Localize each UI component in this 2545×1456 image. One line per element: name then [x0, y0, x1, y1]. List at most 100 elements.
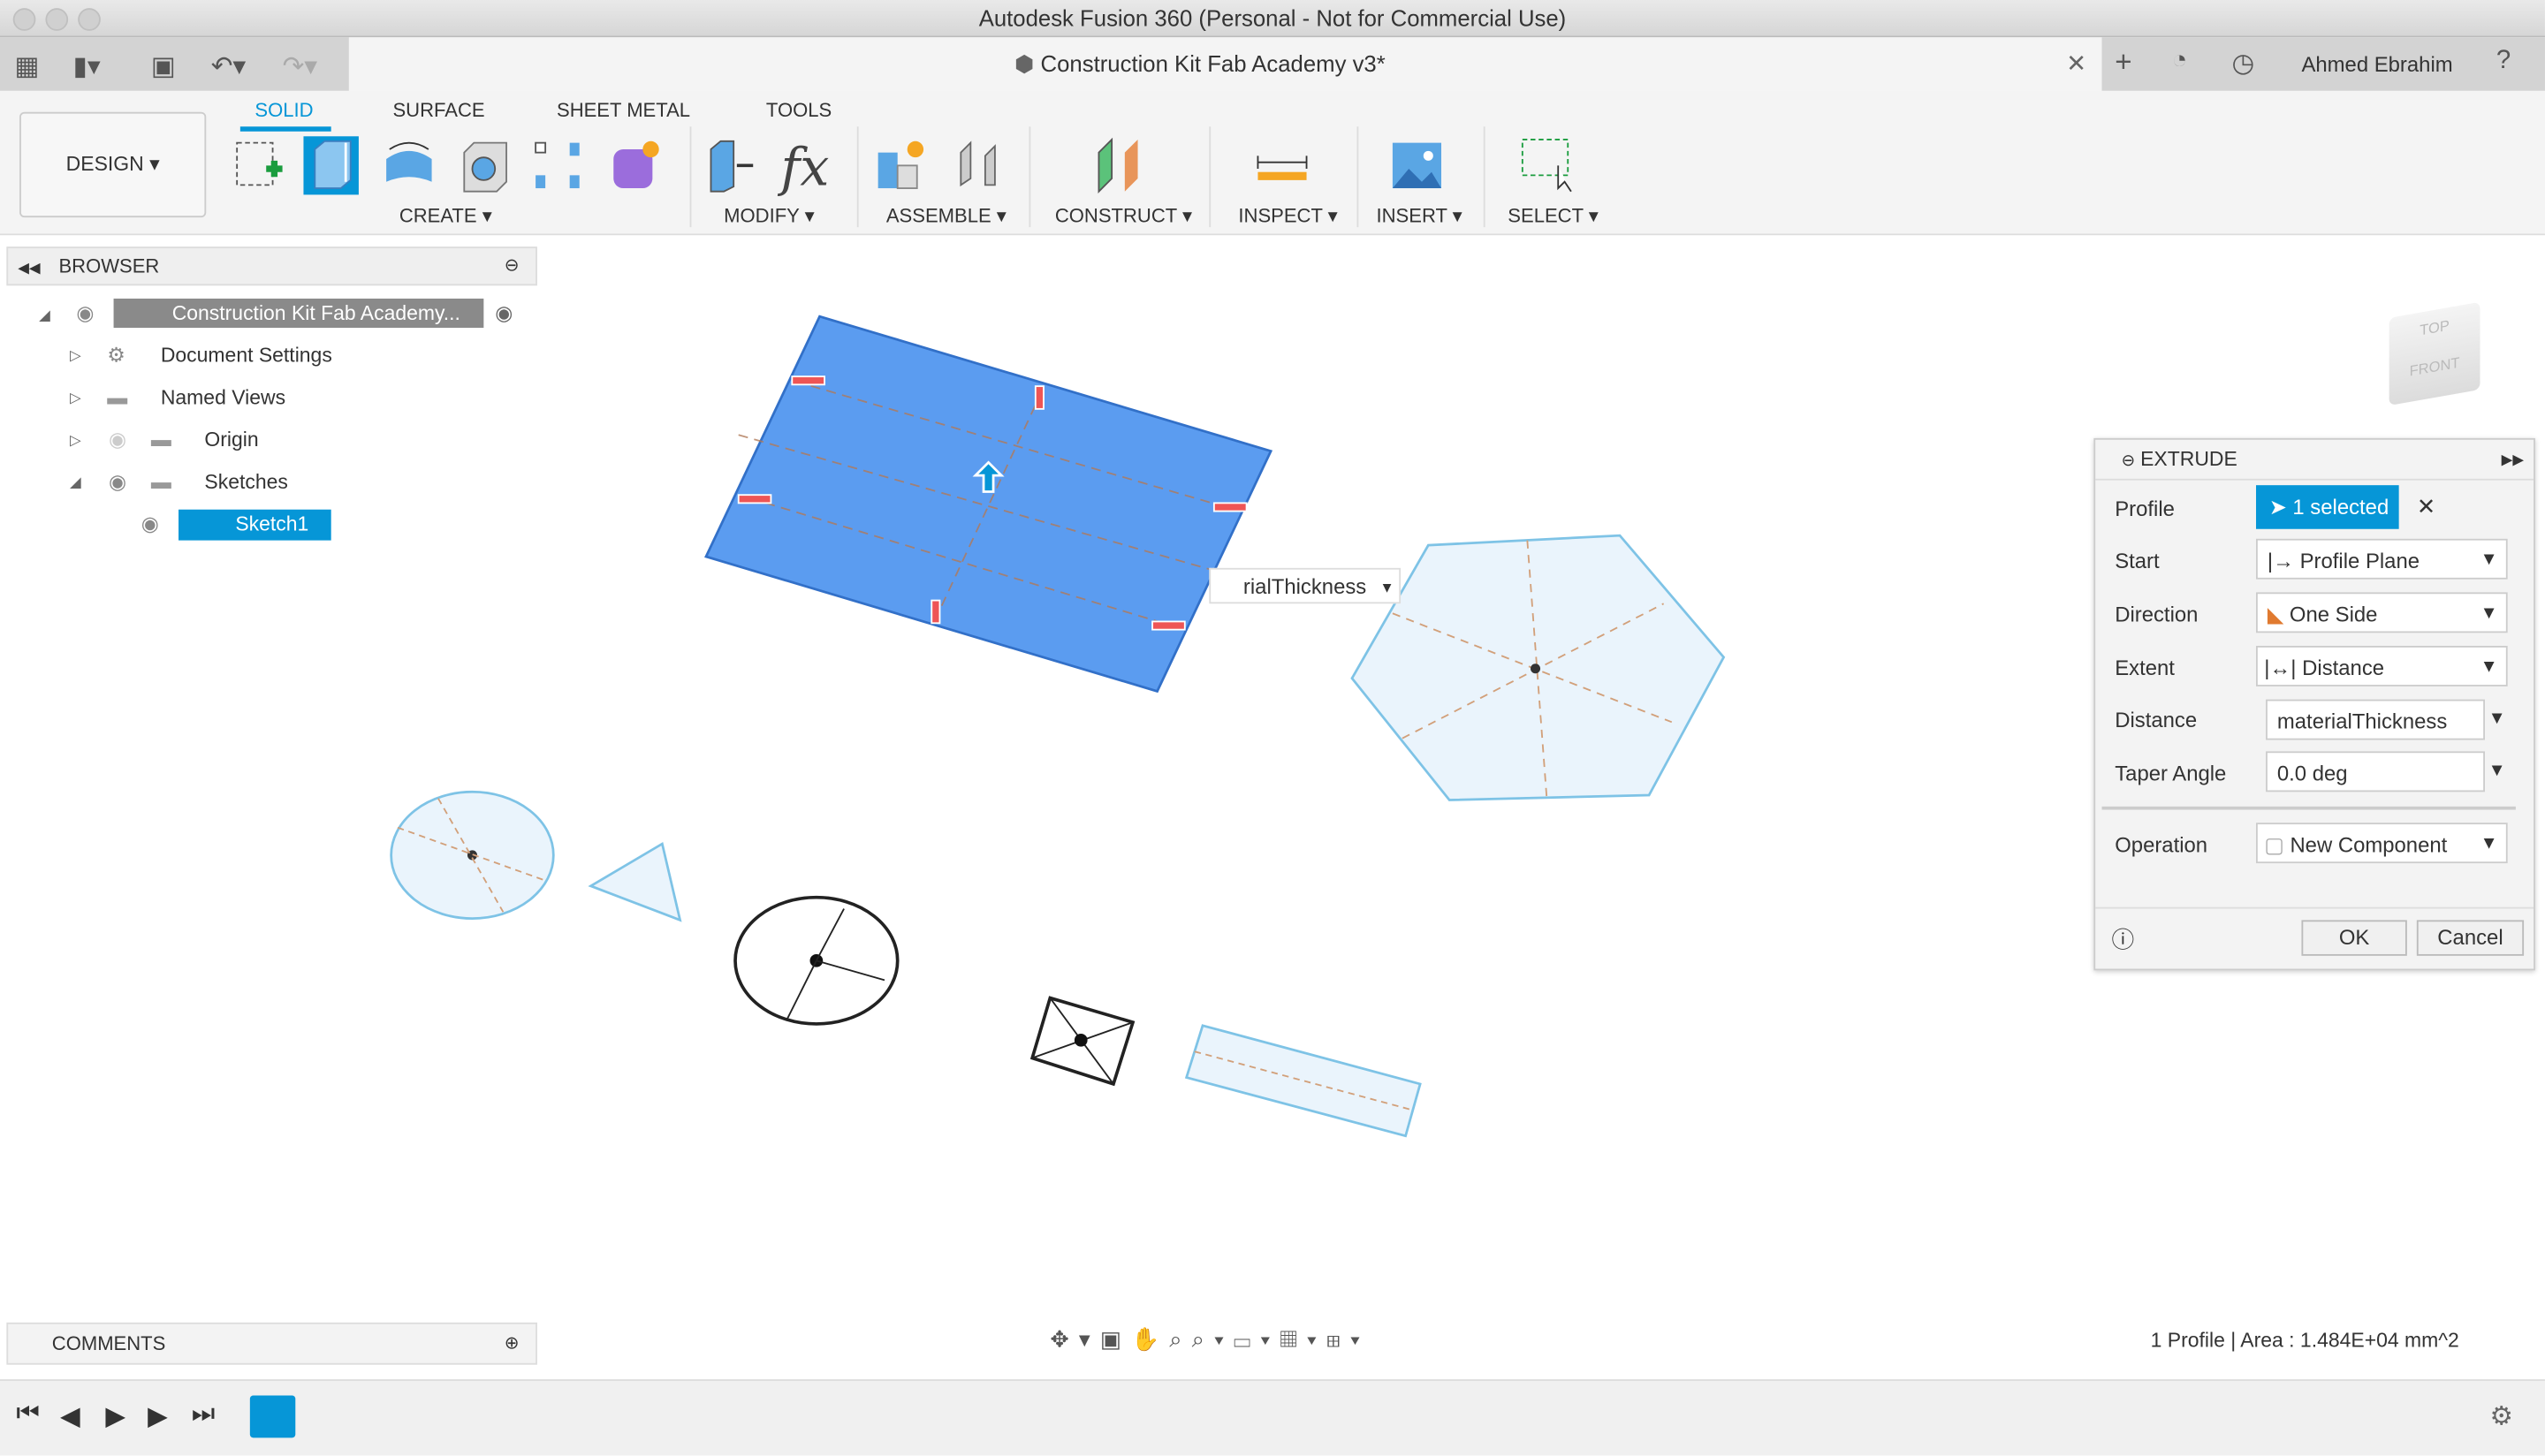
expand-dialog-icon[interactable]: ▶▶: [2502, 440, 2524, 479]
profile-selection-button[interactable]: ➤ 1 selected: [2256, 485, 2399, 529]
construct-menu[interactable]: CONSTRUCT ▾: [1055, 204, 1192, 227]
divider: [2101, 806, 2516, 810]
tab-sheet-metal[interactable]: SHEET METAL: [557, 99, 690, 122]
hidden-eye-icon[interactable]: ◉: [109, 423, 126, 456]
create-sketch-icon[interactable]: [231, 136, 285, 194]
save-icon[interactable]: ▣: [151, 50, 176, 83]
new-tab-icon[interactable]: +: [2115, 45, 2131, 80]
new-component-icon: ▢: [2264, 832, 2284, 857]
create-form-icon[interactable]: [607, 136, 662, 194]
press-pull-icon[interactable]: [704, 136, 759, 194]
minimize-window-button[interactable]: [45, 8, 69, 31]
help-icon[interactable]: ?: [2496, 47, 2511, 76]
operation-label: Operation: [2115, 832, 2208, 857]
job-status-icon[interactable]: ◔: [2172, 47, 2188, 76]
assemble-menu[interactable]: ASSEMBLE ▾: [886, 204, 1007, 227]
timeline: ⏮ ◀ ▶ ▶ ⏭ ⚙: [0, 1379, 2545, 1456]
direction-dropdown[interactable]: ◣ One Side ▼: [2256, 592, 2508, 633]
visibility-eye-icon[interactable]: ◉: [141, 508, 159, 541]
go-to-start-icon[interactable]: ⏮: [16, 1400, 39, 1429]
file-menu-icon[interactable]: ▮▾: [73, 50, 101, 83]
title-bar: Autodesk Fusion 360 (Personal - Not for …: [0, 0, 2545, 38]
look-at-icon[interactable]: ▣: [1100, 1326, 1131, 1352]
timeline-sketch-feature[interactable]: [249, 1395, 296, 1438]
distance-input[interactable]: materialThickness: [2266, 699, 2485, 740]
user-account[interactable]: Ahmed Ebrahim: [2301, 52, 2452, 77]
clear-selection-icon[interactable]: ✕: [2417, 493, 2436, 520]
insert-menu[interactable]: INSERT ▾: [1377, 204, 1462, 227]
workspace-switcher[interactable]: DESIGN ▾: [19, 111, 207, 218]
taper-dropdown-icon[interactable]: ▼: [2488, 761, 2506, 780]
info-icon[interactable]: ⓘ: [2112, 923, 2135, 956]
maximize-window-button[interactable]: [78, 8, 101, 31]
apps-grid-icon[interactable]: ▦: [15, 50, 40, 83]
activate-radio-icon[interactable]: ◉: [495, 297, 513, 330]
measure-icon[interactable]: [1255, 136, 1310, 194]
tab-tools[interactable]: TOOLS: [766, 99, 832, 122]
operation-dropdown[interactable]: ▢ New Component ▼: [2256, 823, 2508, 864]
orbit-icon[interactable]: ✥▾: [1050, 1326, 1100, 1352]
distance-dropdown-icon[interactable]: ▼: [2488, 709, 2506, 729]
close-tab-icon[interactable]: ✕: [2066, 49, 2086, 78]
go-to-end-icon[interactable]: ⏭: [192, 1400, 215, 1429]
tree-item-root[interactable]: ◢ ◉ Construction Kit Fab Academy... ◉: [0, 297, 536, 330]
revolve-icon[interactable]: [382, 136, 437, 194]
circle-sketch-black: [733, 895, 900, 1026]
active-tab-indicator: [239, 126, 331, 132]
zoom-icon[interactable]: ⌕: [1169, 1326, 1191, 1352]
ok-button[interactable]: OK: [2301, 920, 2407, 956]
hexagon-sketch: [1350, 534, 1726, 801]
undo-icon[interactable]: ↶▾: [211, 50, 246, 83]
start-label: Start: [2115, 548, 2160, 573]
extrude-icon[interactable]: [303, 136, 359, 195]
collapse-dialog-icon[interactable]: ⊖: [2122, 452, 2135, 470]
select-menu[interactable]: SELECT ▾: [1508, 204, 1599, 227]
collapse-browser-icon[interactable]: ◀◀: [18, 260, 40, 276]
play-icon[interactable]: ▶: [105, 1400, 125, 1433]
comments-title: COMMENTS: [51, 1331, 166, 1355]
gear-icon: ⚙: [107, 344, 125, 368]
redo-icon[interactable]: ↷▾: [283, 50, 317, 83]
parameters-fx-icon[interactable]: fx: [780, 136, 835, 198]
joint-icon[interactable]: [953, 136, 1007, 194]
pattern-icon[interactable]: [531, 136, 586, 194]
window-select-icon[interactable]: [1519, 136, 1574, 194]
timeline-settings-gear-icon[interactable]: ⚙: [2489, 1400, 2512, 1433]
tab-solid[interactable]: SOLID: [254, 99, 313, 122]
close-window-button[interactable]: [12, 8, 36, 31]
browser-minimize-icon[interactable]: ⊖: [505, 248, 520, 284]
new-component-icon[interactable]: [873, 136, 928, 194]
tab-surface[interactable]: SURFACE: [392, 99, 484, 122]
view-cube[interactable]: TOP FRONT: [2380, 297, 2487, 406]
hole-icon[interactable]: [458, 136, 513, 194]
grid-icon[interactable]: ▦▾: [1280, 1326, 1326, 1352]
comments-panel: COMMENTS ⊕: [6, 1322, 537, 1365]
profile-plane-icon: |→: [2267, 548, 2294, 573]
selected-rectangle-profile: [704, 315, 1273, 694]
display-settings-icon[interactable]: ▭▾: [1234, 1326, 1280, 1352]
start-dropdown[interactable]: |→ Profile Plane ▼: [2256, 538, 2508, 580]
distance-input-tag[interactable]: rialThickness ▼: [1209, 567, 1402, 604]
browser-tree: ◢ ◉ Construction Kit Fab Academy... ◉ ▷ ⚙ D…: [0, 292, 536, 552]
modify-menu[interactable]: MODIFY ▾: [724, 204, 815, 227]
fit-icon[interactable]: ⌕▾: [1192, 1326, 1234, 1352]
extent-dropdown[interactable]: |↔| Distance ▼: [2256, 646, 2508, 686]
visibility-eye-icon[interactable]: ◉: [76, 297, 94, 330]
pan-icon[interactable]: ✋: [1131, 1326, 1169, 1352]
step-back-icon[interactable]: ◀: [60, 1400, 80, 1433]
navigation-toolbar: ✥▾▣✋⌕⌕▾▭▾▦▾⊞▾: [1050, 1326, 1370, 1354]
inspect-menu[interactable]: INSPECT ▾: [1238, 204, 1337, 227]
add-comment-icon[interactable]: ⊕: [505, 1324, 520, 1363]
offset-plane-icon[interactable]: [1092, 136, 1147, 194]
create-menu[interactable]: CREATE ▾: [399, 204, 492, 227]
cancel-button[interactable]: Cancel: [2416, 920, 2525, 956]
visibility-eye-icon[interactable]: ◉: [109, 466, 126, 498]
document-tab[interactable]: ⬢ Construction Kit Fab Academy v3*: [1014, 50, 1386, 78]
extrude-dialog-header[interactable]: ⊖ EXTRUDE ▶▶: [2095, 440, 2534, 481]
taper-angle-input[interactable]: 0.0 deg: [2266, 751, 2485, 792]
step-forward-icon[interactable]: ▶: [148, 1400, 168, 1433]
notifications-clock-icon[interactable]: ◷: [2231, 47, 2254, 80]
fusion-window: Autodesk Fusion 360 (Personal - Not for …: [0, 0, 2545, 1456]
insert-image-icon[interactable]: [1389, 136, 1444, 194]
viewports-icon[interactable]: ⊞▾: [1326, 1326, 1370, 1352]
